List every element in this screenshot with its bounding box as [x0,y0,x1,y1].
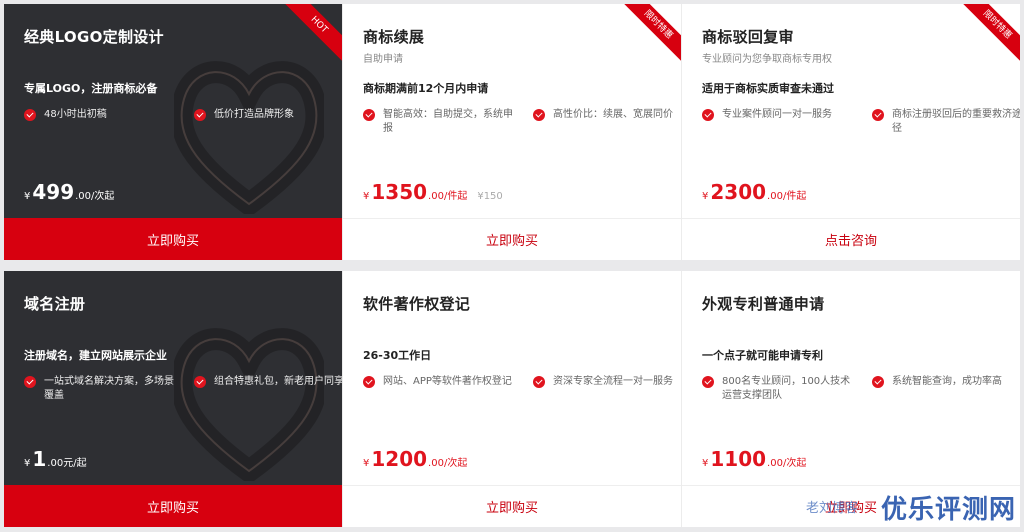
price-amount: 1 [32,447,47,471]
card-headline: 商标期满前12个月内申请 [363,82,489,95]
card-headline: 适用于商标实质审查未通过 [702,82,834,95]
hot-badge: HOT [282,4,342,64]
card-title: 商标续展 [363,28,425,46]
limited-offer-badge: 限时特惠 [960,4,1020,64]
product-card-logo-design: 经典LOGO定制设计 专属LOGO，注册商标必备 HOT 48小时出初稿 低价打… [4,4,342,260]
feature-item: 系统智能查询，成功率高 [872,375,1020,389]
feature-item: 专业案件顾问一对一服务 [702,108,852,122]
card-title: 软件著作权登记 [363,295,471,313]
price-amount: 499 [32,180,75,204]
card-title: 商标驳回复审 [702,28,794,46]
feature-item: 智能高效：自助提交，系统申报 [363,108,513,136]
heart-ring-decoration-icon [174,328,324,481]
card-subtitle: 自助申请 [363,54,403,65]
check-circle-icon [24,109,36,121]
check-circle-icon [194,376,206,388]
price-amount: 1200 [371,447,428,471]
check-circle-icon [363,376,375,388]
product-card-software-copyright: 软件著作权登记 26-30工作日 网站、APP等软件著作权登记 资深专家全流程一… [342,271,681,527]
feature-item: 48小时出初稿 [24,108,174,122]
buy-now-button[interactable]: 立即购买 [343,218,681,260]
price: ¥ 1350 .00/件起 ¥150 [363,180,503,204]
price: ¥ 1100 .00/次起 [702,447,807,471]
price: ¥ 499 .00/次起 [24,180,115,204]
feature-item: 资深专家全流程一对一服务 [533,375,681,389]
original-price: ¥150 [477,191,503,202]
card-title: 外观专利普通申请 [702,295,825,313]
check-circle-icon [702,376,714,388]
feature-item: 组合特惠礼包，新老用户同享 [194,375,342,389]
limited-offer-badge: 限时特惠 [621,4,681,64]
card-headline: 专属LOGO，注册商标必备 [24,82,158,95]
watermark: 优乐评测网 [880,494,1016,524]
card-headline: 26-30工作日 [363,349,432,362]
feature-item: 网站、APP等软件著作权登记 [363,375,513,389]
card-headline: 注册域名，建立网站展示企业 [24,349,167,362]
check-circle-icon [24,376,36,388]
price-amount: 2300 [710,180,767,204]
check-circle-icon [363,109,375,121]
buy-now-button[interactable]: 立即购买 [4,485,342,527]
price: ¥ 1200 .00/次起 [363,447,468,471]
heart-ring-decoration-icon [174,61,324,214]
buy-now-button[interactable]: 立即购买 [343,485,681,527]
product-card-trademark-review: 商标驳回复审 专业顾问为您争取商标专用权 适用于商标实质审查未通过 限时特惠 专… [681,4,1020,260]
buy-now-button[interactable]: 立即购买 [4,218,342,260]
feature-item: 高性价比：续展、宽展同价 [533,108,681,122]
product-row-1: 经典LOGO定制设计 专属LOGO，注册商标必备 HOT 48小时出初稿 低价打… [4,4,1020,260]
check-circle-icon [533,376,545,388]
feature-item: 一站式域名解决方案，多场景覆盖 [24,375,174,403]
check-circle-icon [702,109,714,121]
watermark-small: 老刘博客 [806,501,859,516]
product-card-domain-registration: 域名注册 注册域名，建立网站展示企业 一站式域名解决方案，多场景覆盖 组合特惠礼… [4,271,342,527]
product-row-2: 域名注册 注册域名，建立网站展示企业 一站式域名解决方案，多场景覆盖 组合特惠礼… [4,271,1020,527]
feature-item: 低价打造品牌形象 [194,108,342,122]
feature-item: 商标注册驳回后的重要救济途径 [872,108,1020,136]
check-circle-icon [872,109,884,121]
price-amount: 1350 [371,180,428,204]
check-circle-icon [194,109,206,121]
price: ¥ 2300 .00/件起 [702,180,807,204]
feature-item: 800名专业顾问，100人技术运营支撑团队 [702,375,852,403]
consult-button[interactable]: 点击咨询 [682,218,1020,260]
check-circle-icon [872,376,884,388]
product-card-trademark-renewal: 商标续展 自助申请 商标期满前12个月内申请 限时特惠 智能高效：自助提交，系统… [342,4,681,260]
card-subtitle: 专业顾问为您争取商标专用权 [702,54,832,65]
card-title: 域名注册 [24,295,86,313]
check-circle-icon [533,109,545,121]
card-title: 经典LOGO定制设计 [24,28,164,46]
price: ¥ 1 .00元/起 [24,447,87,471]
card-headline: 一个点子就可能申请专利 [702,349,823,362]
price-amount: 1100 [710,447,767,471]
